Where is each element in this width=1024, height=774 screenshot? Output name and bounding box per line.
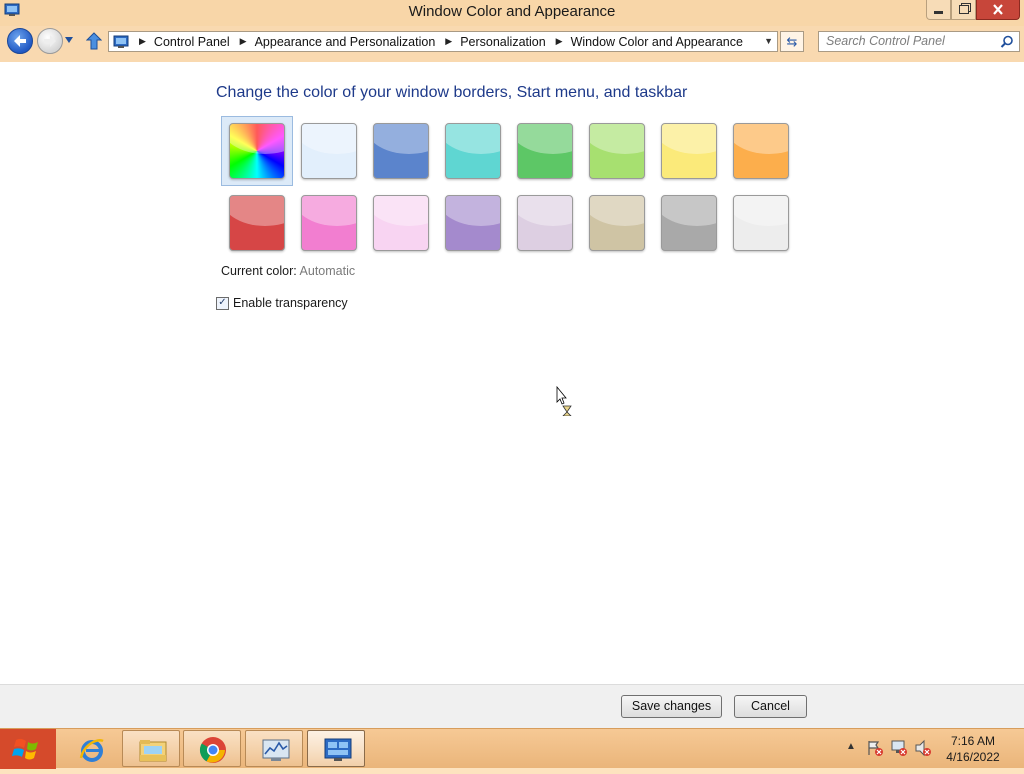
color-swatch-pink[interactable] [301, 195, 357, 251]
search-input[interactable]: Search Control Panel [818, 31, 1020, 52]
color-swatch-purple[interactable] [445, 195, 501, 251]
breadcrumb-control-panel[interactable]: Control Panel [154, 35, 230, 49]
color-swatch-lavender[interactable] [517, 195, 573, 251]
breadcrumb-personalization[interactable]: Personalization [460, 35, 545, 49]
navigation-bar: ▶ Control Panel ▶ Appearance and Persona… [0, 26, 1024, 58]
address-bar[interactable]: ▶ Control Panel ▶ Appearance and Persona… [108, 31, 778, 52]
busy-cursor-icon [556, 386, 572, 416]
breadcrumb-window-color[interactable]: Window Color and Appearance [571, 35, 743, 49]
taskbar-internet-explorer[interactable] [62, 730, 122, 769]
transparency-label[interactable]: Enable transparency [233, 296, 348, 310]
breadcrumb-separator-icon[interactable]: ▶ [240, 36, 247, 47]
control-panel-icon [324, 738, 352, 761]
refresh-button[interactable]: ⇆ [780, 31, 804, 52]
transparency-checkbox[interactable]: ✓ [216, 296, 229, 310]
chrome-icon [199, 737, 226, 763]
breadcrumb-separator-icon[interactable]: ▶ [445, 36, 452, 47]
color-swatch-sky[interactable] [301, 123, 357, 179]
control-panel-icon [113, 35, 129, 48]
recent-locations-chevron-down-icon[interactable] [64, 36, 74, 44]
breadcrumb-separator-icon[interactable]: ▶ [556, 36, 563, 47]
color-swatch-red[interactable] [229, 195, 285, 251]
checkmark-icon: ✓ [218, 296, 227, 308]
save-changes-button[interactable]: Save changes [621, 695, 722, 718]
volume-muted-icon[interactable] [914, 739, 932, 757]
dialog-footer: Save changes Cancel [0, 684, 1024, 728]
restore-icon [958, 5, 969, 14]
color-swatch-white[interactable] [733, 195, 789, 251]
control-panel-window: Window Color and Appearance ▶ Control Pa… [0, 0, 1024, 728]
color-swatch-gray[interactable] [661, 195, 717, 251]
taskbar-chrome[interactable] [183, 730, 241, 767]
up-arrow-icon[interactable] [86, 32, 102, 50]
page-heading: Change the color of your window borders,… [216, 84, 688, 101]
minimize-button[interactable] [926, 0, 951, 20]
color-swatch-blue[interactable] [373, 123, 429, 179]
title-bar[interactable]: Window Color and Appearance [0, 0, 1024, 26]
close-icon [993, 4, 1003, 15]
clock-time: 7:16 AM [950, 734, 996, 748]
breadcrumb-appearance-personalization[interactable]: Appearance and Personalization [255, 35, 436, 49]
monitor-icon [262, 739, 290, 761]
arrow-left-icon [14, 35, 26, 47]
taskbar-control-panel[interactable] [307, 730, 365, 767]
close-button[interactable] [976, 0, 1020, 20]
color-swatch-orange[interactable] [733, 123, 789, 179]
search-placeholder: Search Control Panel [826, 34, 945, 48]
color-swatch-teal[interactable] [445, 123, 501, 179]
current-color-row: Current color: Automatic [221, 264, 355, 278]
color-swatch-light-pink[interactable] [373, 195, 429, 251]
minimize-icon [934, 11, 943, 14]
cancel-button[interactable]: Cancel [734, 695, 807, 718]
color-swatch-green[interactable] [517, 123, 573, 179]
enable-transparency-row[interactable]: ✓ Enable transparency [216, 296, 348, 310]
refresh-icon: ⇆ [786, 34, 798, 49]
taskbar: ▲ 7:16 AM 4/16/2022 [0, 728, 1024, 769]
folder-icon [139, 740, 167, 762]
taskbar-file-explorer[interactable] [122, 730, 180, 767]
clock-date: 4/16/2022 [946, 750, 1000, 764]
search-icon[interactable] [1000, 35, 1014, 49]
arrow-right-icon [44, 35, 56, 47]
content-area: Change the color of your window borders,… [0, 62, 1024, 684]
color-swatch-automatic[interactable] [229, 123, 285, 179]
windows-logo-icon [12, 738, 38, 760]
color-swatch-taupe[interactable] [589, 195, 645, 251]
color-swatch-lime[interactable] [589, 123, 645, 179]
action-center-flag-icon[interactable] [866, 739, 884, 757]
network-icon[interactable] [890, 739, 908, 757]
current-color-label: Current color: [221, 264, 297, 278]
color-swatch-yellow[interactable] [661, 123, 717, 179]
forward-button[interactable] [37, 28, 63, 54]
ie-icon [79, 739, 104, 762]
back-button[interactable] [7, 28, 33, 54]
restore-button[interactable] [951, 0, 976, 20]
address-dropdown-chevron-down-icon[interactable]: ▼ [764, 36, 773, 46]
start-button[interactable] [0, 729, 56, 769]
taskbar-clock[interactable]: 7:16 AM 4/16/2022 [940, 733, 1006, 765]
show-hidden-icons-chevron-up-icon[interactable]: ▲ [846, 741, 856, 752]
current-color-value: Automatic [299, 264, 356, 278]
taskbar-resource-monitor[interactable] [245, 730, 303, 767]
window-title: Window Color and Appearance [408, 3, 616, 20]
breadcrumb-separator-icon[interactable]: ▶ [139, 36, 146, 47]
